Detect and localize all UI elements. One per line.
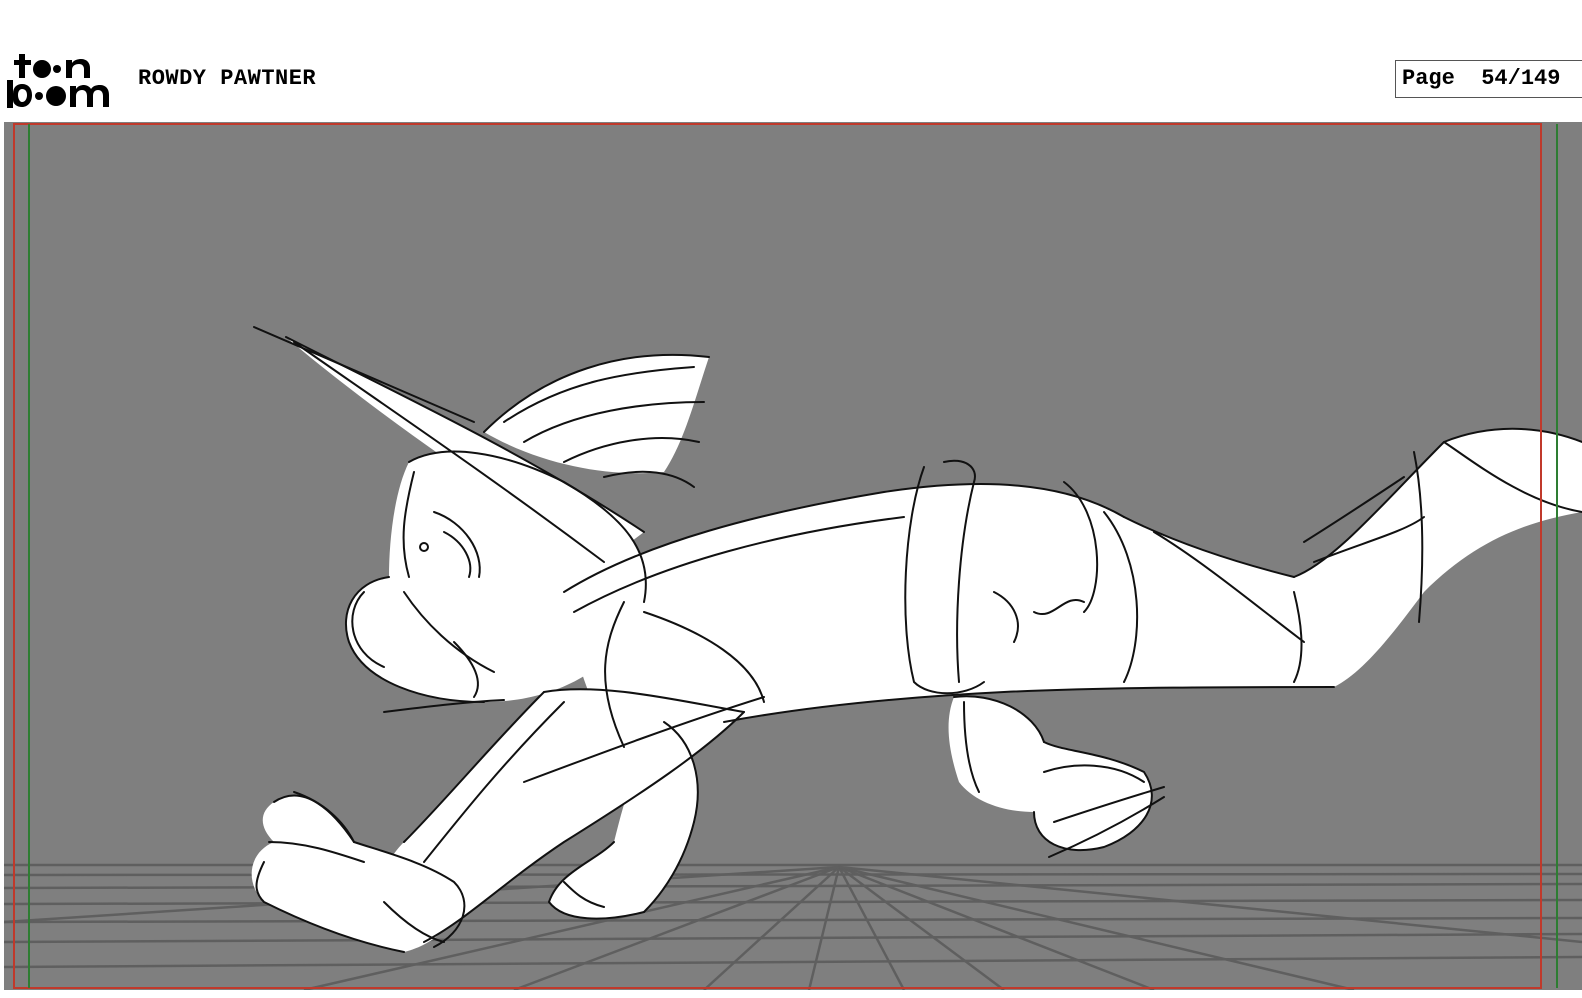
page-indicator: Page 54/149	[1395, 60, 1582, 98]
project-title: ROWDY PAWTNER	[138, 66, 317, 91]
storyboard-panel	[4, 122, 1582, 990]
page-label: Page	[1402, 66, 1455, 91]
toon-boom-logo	[4, 50, 120, 110]
page-number: 54/149	[1481, 66, 1561, 91]
